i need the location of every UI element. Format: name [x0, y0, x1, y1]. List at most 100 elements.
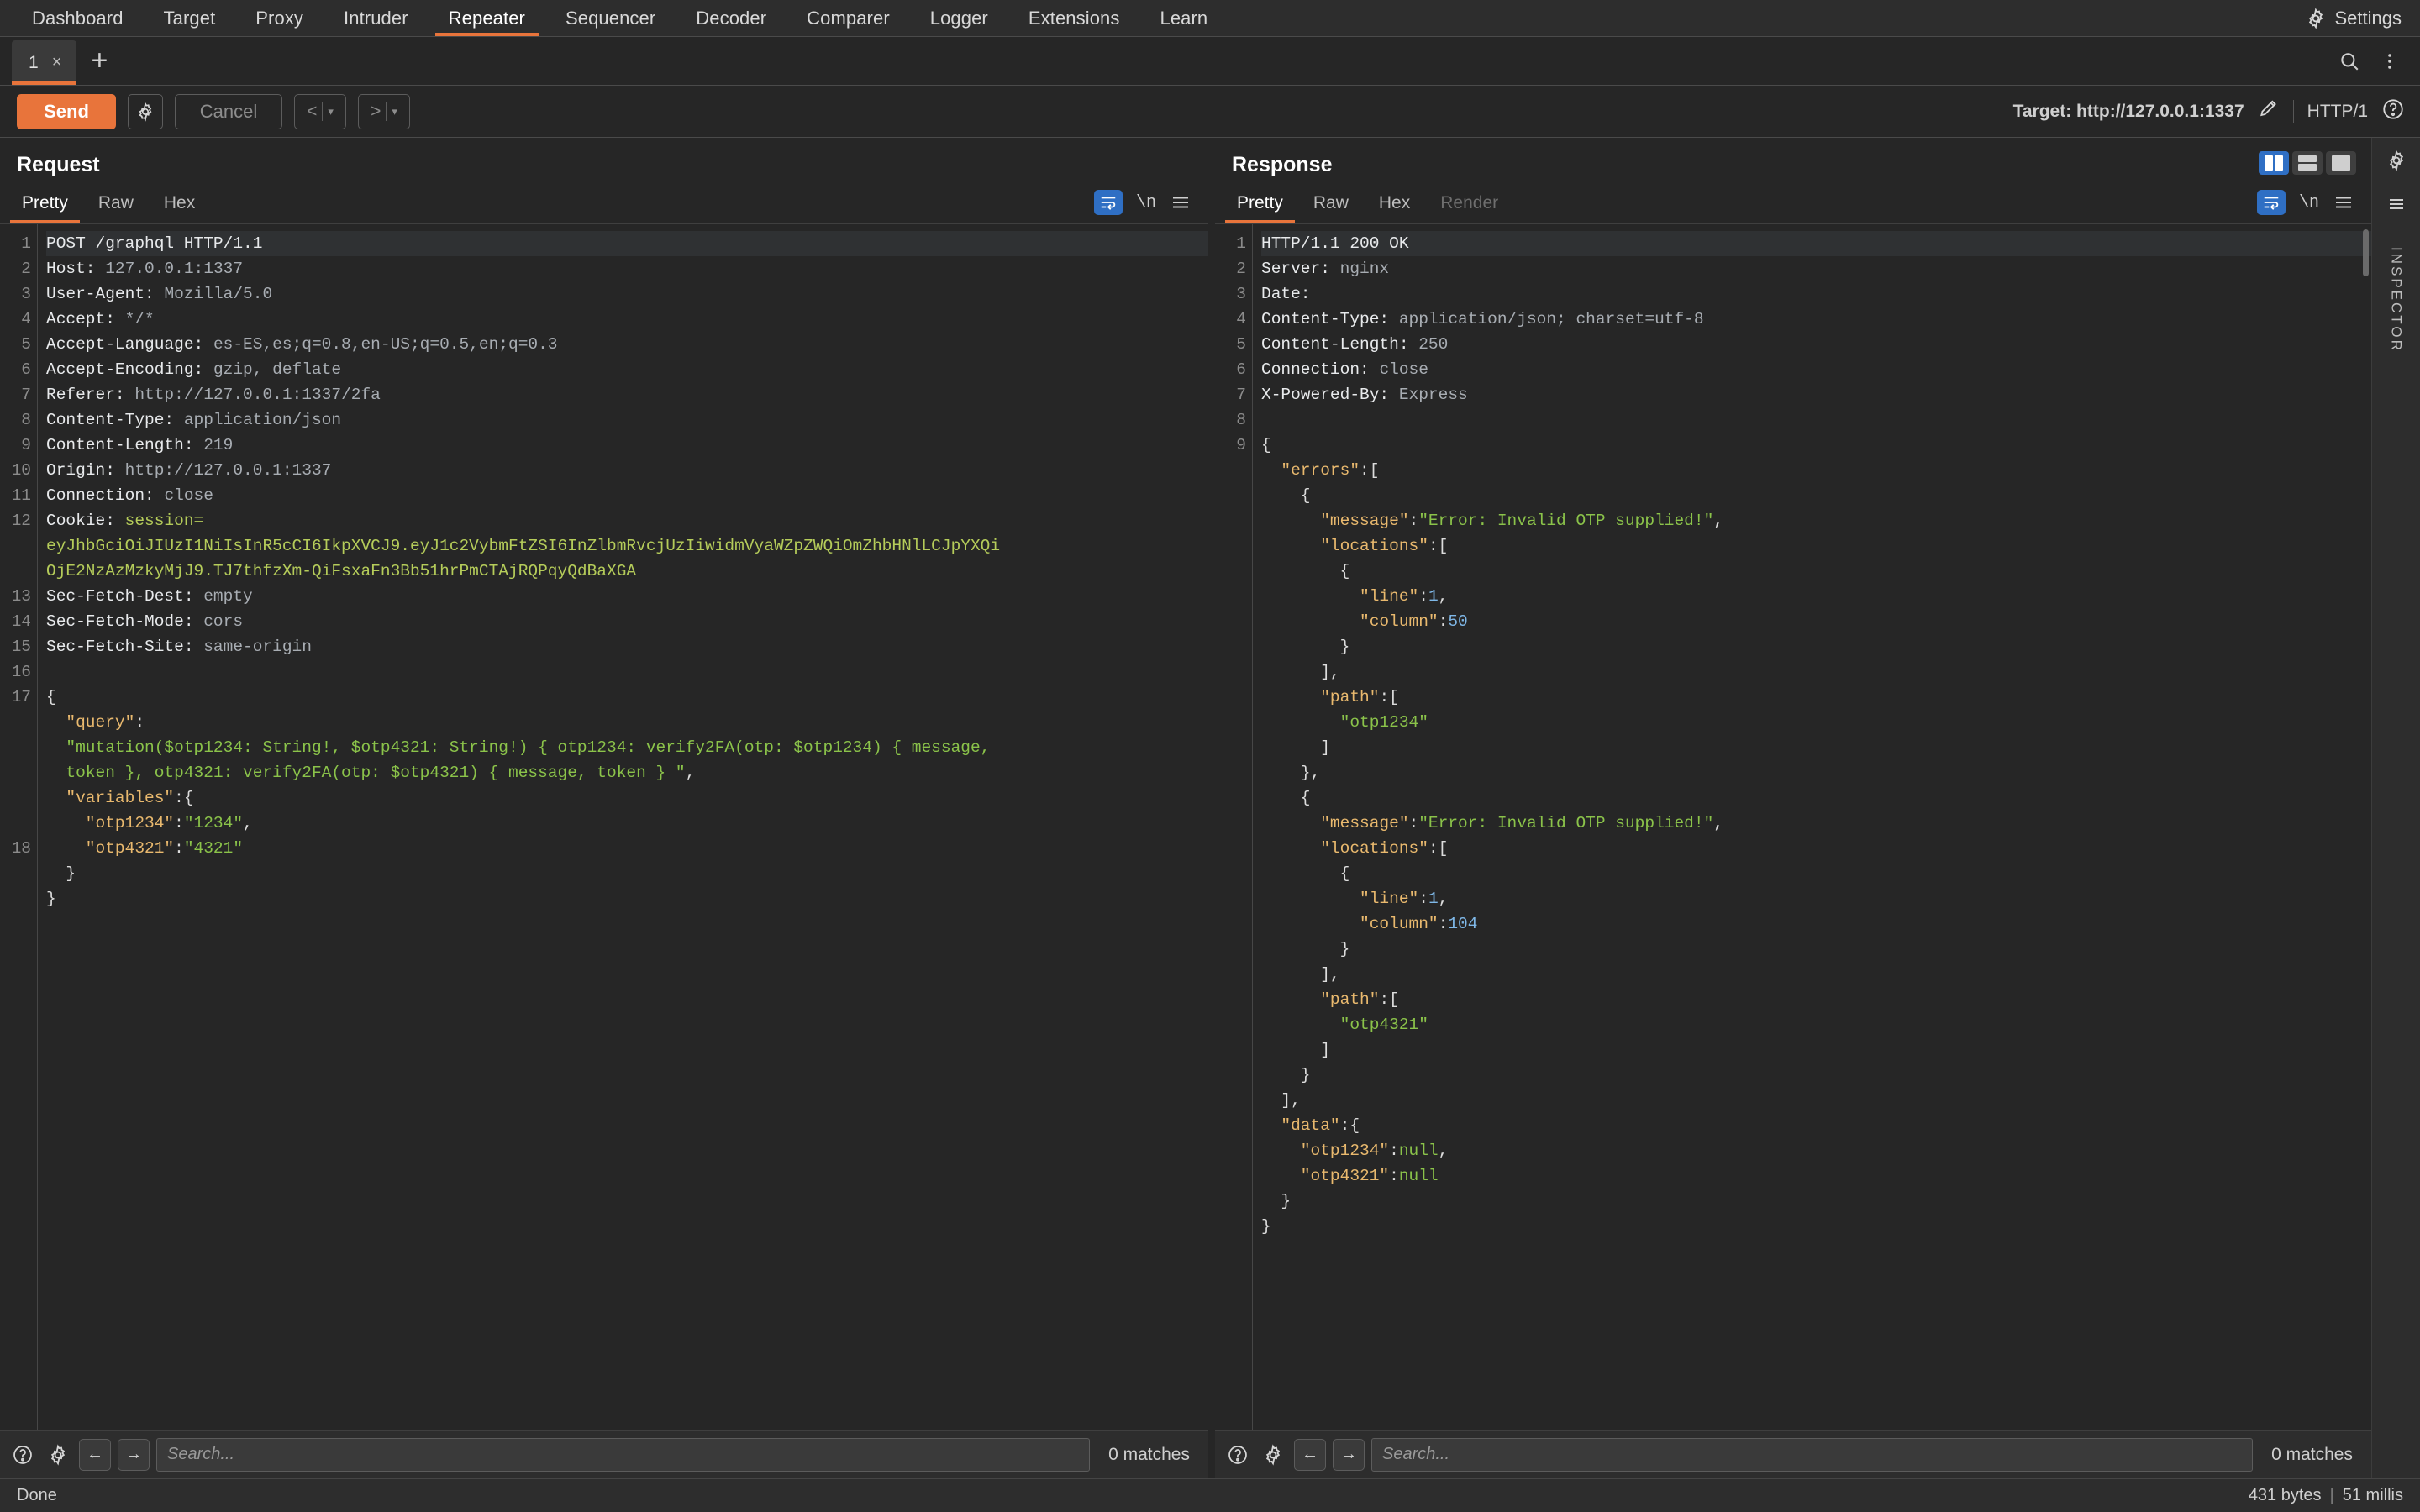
line-number	[1215, 886, 1246, 911]
repeater-tab-label: 1	[29, 52, 39, 72]
code-token: User-Agent:	[46, 285, 165, 303]
response-tab-raw[interactable]: Raw	[1298, 193, 1364, 223]
nav-tab-label: Sequencer	[565, 7, 656, 29]
response-editor[interactable]: 1 2 3 4 5 6 7 8 9 HTTP/1.1 200 OK Server: nginx Da…	[1215, 224, 2371, 1430]
request-editor[interactable]: 1 2 3 4 5 6 7 8 9 10 11 12 13 14 15 16 17 18 POST /grap…	[0, 224, 1208, 1430]
nav-tab-comparer[interactable]: Comparer	[786, 0, 910, 36]
line-number	[1215, 760, 1246, 785]
nav-tab-extensions[interactable]: Extensions	[1008, 0, 1140, 36]
code-token: },	[1261, 764, 1321, 782]
hamburger-menu-icon[interactable]	[2333, 192, 2354, 213]
gear-icon[interactable]	[2386, 150, 2407, 176]
request-search-bar: ← → 0 matches	[0, 1430, 1208, 1478]
word-wrap-icon[interactable]	[2256, 190, 2286, 215]
nav-tab-sequencer[interactable]: Sequencer	[545, 0, 676, 36]
code-token: "errors"	[1261, 461, 1360, 480]
code-token: ,	[1713, 814, 1723, 832]
previous-request-button[interactable]: < ▾	[294, 93, 346, 129]
code-token: "mutation($otp1234: String!, $otp4321: S…	[46, 738, 991, 757]
word-wrap-icon[interactable]	[1093, 190, 1123, 215]
inspector-label[interactable]: INSPECTOR	[2388, 247, 2405, 353]
code-line: HTTP/1.1 200 OK	[1261, 231, 2371, 256]
repeater-tab-1[interactable]: 1 ×	[12, 40, 77, 85]
code-line: POST /graphql HTTP/1.1	[46, 231, 1208, 256]
code-token: "locations"	[1261, 537, 1428, 555]
code-line: Content-Length: 219	[46, 433, 1208, 458]
line-number: 6	[21, 360, 31, 379]
split-vertical-icon[interactable]	[2259, 151, 2289, 175]
chevron-down-icon: ▾	[328, 104, 334, 118]
send-settings-button[interactable]	[128, 93, 163, 129]
nav-tab-repeater[interactable]: Repeater	[429, 0, 545, 36]
arrow-right-icon[interactable]: →	[1333, 1438, 1365, 1471]
code-line: "data":{	[1261, 1113, 2371, 1138]
nav-tab-dashboard[interactable]: Dashboard	[12, 0, 144, 36]
code-token: ,	[1438, 1142, 1449, 1160]
line-number	[1215, 1113, 1246, 1138]
nav-tab-target[interactable]: Target	[144, 0, 236, 36]
request-tab-pretty[interactable]: Pretty	[7, 193, 83, 223]
nav-tab-intruder[interactable]: Intruder	[324, 0, 429, 36]
pane-splitter[interactable]	[1208, 138, 1215, 1478]
search-icon[interactable]	[2331, 43, 2368, 80]
add-tab-button[interactable]: +	[76, 37, 122, 85]
question-circle-icon[interactable]	[1223, 1441, 1252, 1469]
question-circle-icon[interactable]	[2381, 97, 2405, 125]
list-icon[interactable]	[2386, 194, 2407, 218]
line-number: 16	[11, 663, 31, 681]
code-line: }	[1261, 1189, 2371, 1214]
kebab-menu-icon[interactable]	[2371, 43, 2408, 80]
code-token: Date:	[1261, 285, 1321, 303]
code-token: "otp4321"	[1339, 1016, 1428, 1034]
line-number	[1215, 962, 1246, 987]
nav-tab-learn[interactable]: Learn	[1139, 0, 1228, 36]
cancel-button[interactable]: Cancel	[175, 93, 282, 129]
send-button[interactable]: Send	[17, 93, 116, 129]
code-token: "4321"	[183, 839, 244, 858]
line-number: 7	[1236, 386, 1246, 404]
next-request-button[interactable]: > ▾	[358, 93, 410, 129]
newline-toggle[interactable]: \n	[1136, 193, 1156, 213]
close-icon[interactable]: ×	[52, 53, 62, 72]
request-tab-raw[interactable]: Raw	[83, 193, 149, 223]
response-tab-hex[interactable]: Hex	[1364, 193, 1425, 223]
newline-toggle[interactable]: \n	[2299, 193, 2319, 213]
nav-tab-proxy[interactable]: Proxy	[235, 0, 324, 36]
line-number	[1215, 710, 1246, 735]
code-token: "1234"	[183, 814, 244, 832]
response-search-input[interactable]	[1371, 1437, 2254, 1472]
code-token: }	[46, 890, 56, 908]
code-token: Referer:	[46, 386, 135, 404]
code-line: ],	[1261, 1088, 2371, 1113]
line-number	[1215, 1189, 1246, 1214]
code-token: ,	[1713, 512, 1723, 530]
split-horizontal-icon[interactable]	[2292, 151, 2323, 175]
arrow-right-icon[interactable]: →	[118, 1438, 150, 1471]
settings-button[interactable]: Settings	[2305, 0, 2420, 36]
response-code-content[interactable]: HTTP/1.1 200 OK Server: nginx Date: Conten…	[1252, 224, 2371, 1430]
burp-repeater-window: Dashboard Target Proxy Intruder Repeater Sequ…	[0, 0, 2420, 1512]
code-token: }	[1261, 638, 1350, 656]
code-token: 219	[203, 436, 234, 454]
request-tab-hex[interactable]: Hex	[149, 193, 210, 223]
response-title: Response	[1232, 153, 1333, 176]
code-token: ,	[243, 814, 253, 832]
pencil-icon[interactable]	[2258, 98, 2280, 124]
request-response-split: Request Pretty Raw Hex \n 1 2 3 4 5 6 7 …	[0, 138, 2420, 1478]
code-token: Connection:	[1261, 360, 1380, 379]
nav-tab-logger[interactable]: Logger	[910, 0, 1008, 36]
request-code-content[interactable]: POST /graphql HTTP/1.1 Host: 127.0.0.1:13…	[37, 224, 1208, 1430]
response-scrollbar[interactable]	[2363, 229, 2369, 276]
gear-icon[interactable]	[1259, 1441, 1287, 1469]
line-number: 2	[1236, 260, 1246, 278]
question-circle-icon[interactable]	[8, 1441, 37, 1469]
arrow-left-icon[interactable]: ←	[79, 1438, 111, 1471]
arrow-left-icon[interactable]: ←	[1294, 1438, 1326, 1471]
gear-icon[interactable]	[44, 1441, 72, 1469]
nav-tab-decoder[interactable]: Decoder	[676, 0, 786, 36]
hamburger-menu-icon[interactable]	[1170, 192, 1192, 213]
response-tab-pretty[interactable]: Pretty	[1222, 193, 1298, 223]
single-pane-icon[interactable]	[2326, 151, 2356, 175]
line-number	[0, 861, 31, 886]
request-search-input[interactable]	[156, 1437, 1091, 1472]
